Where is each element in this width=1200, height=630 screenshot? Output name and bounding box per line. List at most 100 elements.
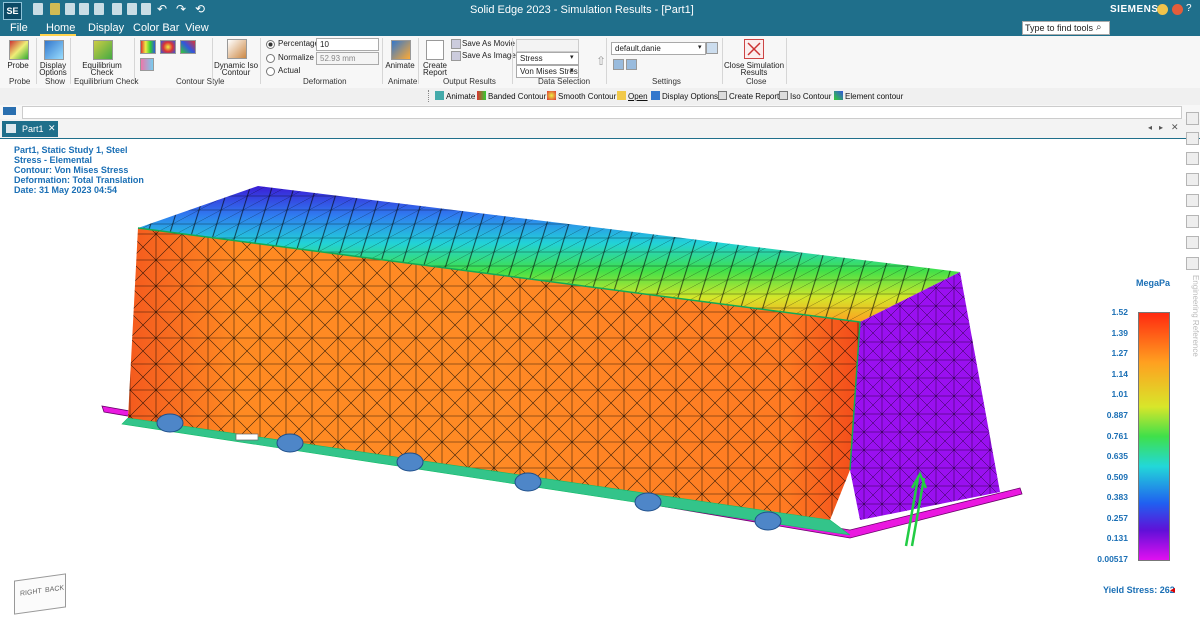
side-grid-icon[interactable] xyxy=(1186,173,1199,186)
cmd-open[interactable]: Open xyxy=(628,92,648,101)
animate-button[interactable]: Animate xyxy=(384,62,416,70)
cmd-iso-contour[interactable]: Iso Contour xyxy=(790,92,831,101)
image-icon[interactable] xyxy=(451,51,461,61)
side-layers-icon[interactable] xyxy=(1186,215,1199,228)
view-cube-back[interactable]: BACK xyxy=(45,585,64,595)
side-parts-icon[interactable] xyxy=(1186,112,1199,125)
chevron-down-icon[interactable]: ▾ xyxy=(698,43,702,51)
close-doc-icon[interactable]: ✕ xyxy=(1171,122,1179,133)
bolt xyxy=(514,472,542,492)
animate-icon[interactable] xyxy=(391,40,411,60)
iso-contour-cmd-icon[interactable] xyxy=(779,91,788,100)
settings-load-icon[interactable] xyxy=(613,59,624,70)
refresh-icon[interactable] xyxy=(65,3,75,15)
settings-save-icon[interactable] xyxy=(706,42,718,54)
tab-color-bar[interactable]: Color Bar xyxy=(133,22,179,34)
legend-tick-label: 0.887 xyxy=(1106,409,1128,420)
scroll-left-icon[interactable]: ◂ xyxy=(1148,123,1152,132)
display-options-cmd-icon[interactable] xyxy=(651,91,660,100)
smooth-contour-cmd-icon[interactable] xyxy=(547,91,556,100)
redo-icon[interactable]: ↷ xyxy=(176,2,186,16)
tab-home[interactable]: Home xyxy=(46,22,75,34)
percentage-input[interactable]: 10 xyxy=(316,38,379,51)
cmd-animate[interactable]: Animate xyxy=(446,92,475,101)
settings-group-label: Settings xyxy=(652,77,681,86)
equilibrium-icon[interactable] xyxy=(93,40,113,60)
smiley-icon[interactable] xyxy=(1157,4,1168,15)
movie-icon[interactable] xyxy=(451,39,461,49)
element-contour-cmd-icon[interactable] xyxy=(834,91,843,100)
tab-view[interactable]: View xyxy=(185,22,209,34)
side-tools-icon[interactable] xyxy=(1186,236,1199,249)
cmd-smooth-contour[interactable]: Smooth Contour xyxy=(558,92,616,101)
iso-contour-icon[interactable] xyxy=(140,58,154,71)
banded-contour-cmd-icon[interactable] xyxy=(477,91,486,100)
app-logo[interactable]: SE xyxy=(3,2,22,20)
search-icon[interactable]: ⌕ xyxy=(1096,22,1102,33)
cmd-element-contour[interactable]: Element contour xyxy=(845,92,903,101)
frown-icon[interactable] xyxy=(1172,4,1183,15)
open-cmd-icon[interactable] xyxy=(617,91,626,100)
cmd-display-options[interactable]: Display Options xyxy=(662,92,718,101)
save-icon[interactable] xyxy=(79,3,89,15)
probe-button[interactable]: Probe xyxy=(2,62,34,70)
prompt-bar[interactable] xyxy=(22,106,1182,119)
close-icon[interactable]: ✕ xyxy=(48,123,56,134)
display-options-label2[interactable]: Options xyxy=(36,69,70,77)
settings-select[interactable]: default,danie xyxy=(611,42,706,55)
smooth-contour-icon[interactable] xyxy=(160,40,176,54)
actual-radio[interactable] xyxy=(266,67,275,76)
chevron-down-icon[interactable]: ▾ xyxy=(570,53,574,61)
create-report-icon[interactable] xyxy=(426,40,444,60)
small-box xyxy=(235,433,259,441)
view-cube-right[interactable]: RIGHT xyxy=(20,588,42,598)
normalize-input[interactable]: 52.93 mm xyxy=(316,52,379,65)
grid-icon[interactable] xyxy=(112,3,122,15)
probe-icon[interactable] xyxy=(9,40,29,60)
disabled-select xyxy=(516,39,579,52)
pin-icon[interactable]: ⇧ xyxy=(596,54,606,68)
engineering-reference-tab[interactable]: Engineering Reference xyxy=(1188,275,1200,365)
normalize-radio[interactable] xyxy=(266,54,275,63)
repeat-icon[interactable]: ⟲ xyxy=(195,2,205,16)
fea-model-viewport[interactable] xyxy=(0,138,1180,630)
dynamic-iso-label2[interactable]: Contour xyxy=(214,69,258,77)
chevron-down-icon[interactable]: ▾ xyxy=(570,66,574,74)
dynamic-iso-icon[interactable] xyxy=(227,39,247,59)
settings-delete-icon[interactable] xyxy=(626,59,637,70)
side-help-icon[interactable] xyxy=(1186,132,1199,145)
tab-part1[interactable]: Part1 ✕ xyxy=(2,121,58,137)
display-options-icon[interactable] xyxy=(44,40,64,60)
close-results-icon[interactable] xyxy=(744,39,764,59)
cmd-create-report[interactable]: Create Report xyxy=(729,92,779,101)
cmd-banded-contour[interactable]: Banded Contour xyxy=(488,92,546,101)
side-search-icon[interactable] xyxy=(1186,194,1199,207)
percentage-radio[interactable] xyxy=(266,40,275,49)
side-image-icon[interactable] xyxy=(1186,152,1199,165)
print-icon[interactable] xyxy=(94,3,104,15)
tab-file[interactable]: File xyxy=(10,22,28,34)
element-contour-icon[interactable] xyxy=(180,40,196,54)
legend-color-bar[interactable] xyxy=(1138,312,1170,561)
new-icon[interactable] xyxy=(33,3,43,15)
bolt xyxy=(276,433,304,453)
command-bar-grip[interactable] xyxy=(428,90,431,102)
save-as-movie-button[interactable]: Save As Movie xyxy=(462,40,515,48)
save-as-image-button[interactable]: Save As Image xyxy=(462,52,516,60)
help-icon[interactable]: ? xyxy=(1186,3,1192,14)
chart-icon[interactable] xyxy=(141,3,151,15)
undo-icon[interactable]: ↶ xyxy=(157,2,167,16)
create-report-label2[interactable]: Report xyxy=(420,69,450,77)
separator xyxy=(212,38,213,84)
create-report-cmd-icon[interactable] xyxy=(718,91,727,100)
side-globe-icon[interactable] xyxy=(1186,257,1199,270)
banded-contour-icon[interactable] xyxy=(140,40,156,54)
close-results-label2[interactable]: Results xyxy=(722,69,786,77)
equilibrium-label2[interactable]: Check xyxy=(76,69,128,77)
tab-display[interactable]: Display xyxy=(88,22,124,34)
pathfinder-icon[interactable] xyxy=(3,107,16,115)
open-icon[interactable] xyxy=(50,3,60,15)
scroll-right-icon[interactable]: ▸ xyxy=(1159,123,1163,132)
animate-cmd-icon[interactable] xyxy=(435,91,444,100)
layout-icon[interactable] xyxy=(127,3,137,15)
